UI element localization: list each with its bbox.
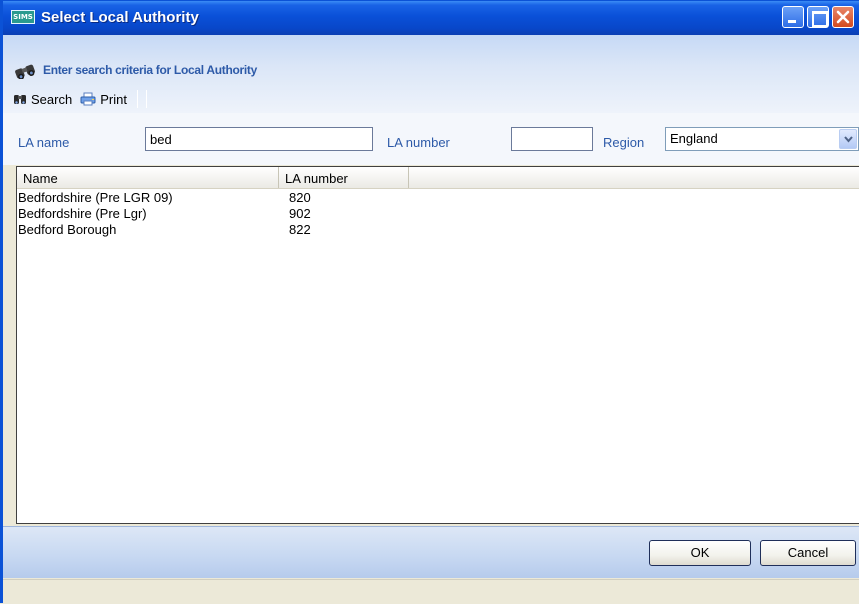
print-button-label: Print: [100, 91, 127, 107]
region-select[interactable]: England: [665, 127, 859, 151]
table-row[interactable]: Bedfordshire (Pre Lgr) 902: [17, 206, 859, 222]
toolbar-separator: [145, 90, 147, 108]
window-title: Select Local Authority: [41, 9, 199, 26]
table-row[interactable]: Bedfordshire (Pre LGR 09) 820: [17, 190, 859, 206]
search-heading: Enter search criteria for Local Authorit…: [13, 60, 257, 80]
search-criteria-panel: LA name LA number Region England: [3, 113, 859, 165]
la-name-label: LA name: [18, 135, 70, 150]
binoculars-small-icon: [14, 94, 26, 104]
status-bar: [3, 579, 859, 604]
printer-icon: [80, 92, 96, 106]
la-name-input[interactable]: [145, 127, 373, 151]
binoculars-icon: [15, 64, 35, 79]
title-bar[interactable]: SIMS Select Local Authority: [3, 1, 859, 35]
cell-la-number: 820: [289, 190, 311, 205]
chevron-down-icon: [844, 136, 853, 143]
cell-la-number: 902: [289, 206, 311, 221]
cell-name: Bedfordshire (Pre Lgr): [18, 206, 147, 221]
search-button[interactable]: Search: [13, 92, 72, 107]
search-button-label: Search: [31, 91, 73, 107]
select-local-authority-window: SIMS Select Local Authority Enter search…: [0, 0, 859, 604]
cell-name: Bedford Borough: [18, 222, 117, 237]
close-icon: [836, 10, 850, 24]
cell-name: Bedfordshire (Pre LGR 09): [18, 190, 173, 205]
cancel-button[interactable]: Cancel: [760, 540, 856, 566]
column-header-la-number[interactable]: LA number: [279, 167, 409, 188]
toolbar-separator: [136, 90, 138, 108]
results-rows: Bedfordshire (Pre LGR 09) 820 Bedfordshi…: [17, 190, 859, 238]
region-select-value: England: [670, 131, 718, 146]
ok-button[interactable]: OK: [649, 540, 751, 566]
print-button[interactable]: Print: [80, 92, 127, 107]
search-heading-text: Enter search criteria for Local Authorit…: [43, 63, 257, 77]
results-grid[interactable]: Name LA number Bedfordshire (Pre LGR 09)…: [16, 166, 859, 524]
maximize-button[interactable]: [807, 6, 829, 28]
sims-logo-icon: SIMS: [11, 10, 35, 24]
minimize-button[interactable]: [782, 6, 804, 28]
dialog-button-bar: OK Cancel: [3, 526, 859, 578]
grid-header: Name LA number: [17, 167, 859, 189]
region-label: Region: [603, 135, 645, 150]
close-button[interactable]: [832, 6, 854, 28]
cell-la-number: 822: [289, 222, 311, 237]
region-dropdown-button[interactable]: [839, 129, 857, 149]
la-number-label: LA number: [387, 135, 450, 150]
column-header-name[interactable]: Name: [17, 167, 279, 188]
toolbar: Search Print: [13, 89, 153, 109]
la-number-input[interactable]: [511, 127, 593, 151]
table-row[interactable]: Bedford Borough 822: [17, 222, 859, 238]
